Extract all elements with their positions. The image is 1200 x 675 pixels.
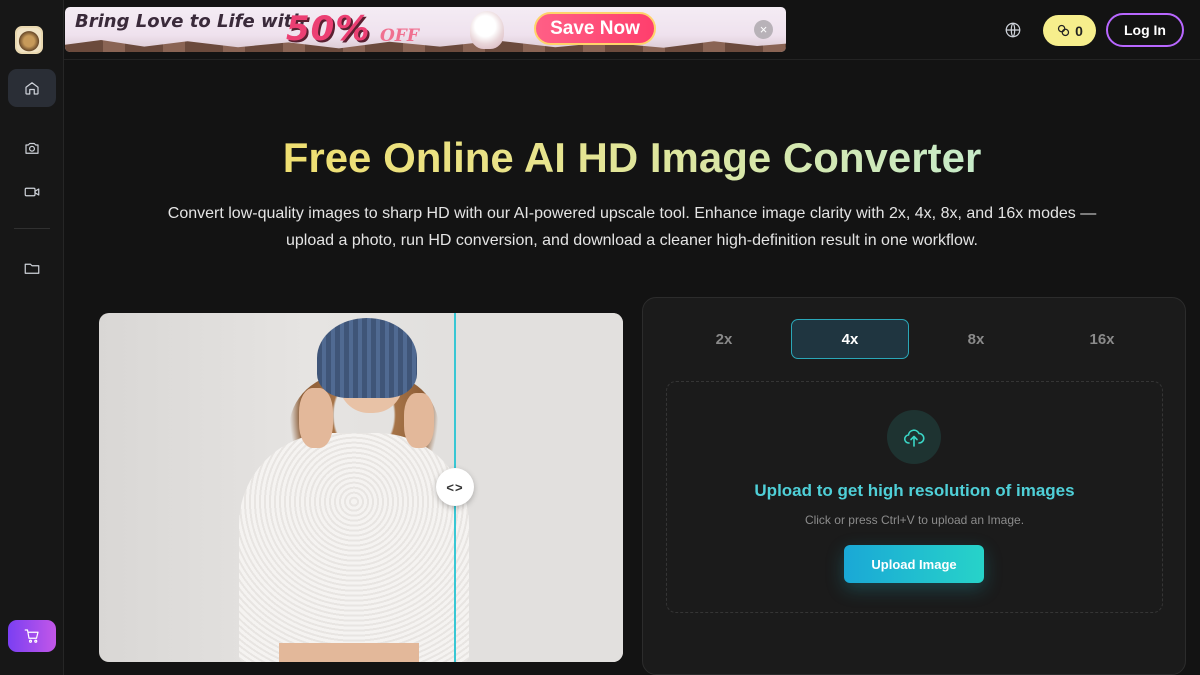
home-icon [25,82,39,95]
credits-badge[interactable]: 0 [1043,15,1096,46]
cart-button[interactable] [8,620,56,652]
banner-illustration [470,11,504,49]
app-logo[interactable] [15,26,43,54]
sidebar-item-files[interactable] [8,249,56,287]
sidebar-divider [14,228,50,229]
language-globe-icon[interactable] [1004,21,1022,39]
tab-8x[interactable]: 8x [917,319,1035,359]
sample-photo-waist [279,643,419,662]
sample-photo-hand [299,388,333,448]
sidebar [0,0,64,675]
upload-title: Upload to get high resolution of images [754,481,1075,500]
camera-icon [25,142,39,154]
tab-4x[interactable]: 4x [791,319,909,359]
banner-decoration [65,40,786,52]
sidebar-item-video[interactable] [8,173,56,211]
page-subtitle: Convert low-quality images to sharp HD w… [167,205,1097,249]
sample-photo-hat [317,318,417,398]
upload-hint: Click or press Ctrl+V to upload an Image… [804,513,1025,527]
page-title: Free Online AI HD Image Converter [64,134,1200,182]
login-button[interactable]: Log In [1106,13,1184,47]
sidebar-item-photo[interactable] [8,129,56,167]
cart-icon [24,629,39,643]
banner-text: Bring Love to Life with [75,11,306,32]
folder-icon [24,263,40,274]
tab-16x[interactable]: 16x [1043,319,1161,359]
comparison-drag-handle[interactable]: <> [436,468,474,506]
tab-2x[interactable]: 2x [665,319,783,359]
before-after-comparison[interactable]: <> [99,313,623,662]
credits-count: 0 [1075,22,1083,39]
banner-off-label: OFF [380,26,419,46]
sidebar-item-home[interactable] [8,69,56,107]
banner-discount: 50% [286,9,371,49]
video-icon [24,187,40,197]
sample-photo-sweater [239,433,469,662]
top-bar: Bring Love to Life with 50% OFF Save Now… [64,0,1200,60]
after-side [455,313,623,662]
coins-icon [1057,24,1070,37]
sample-photo-hand [404,393,434,448]
promo-banner[interactable]: Bring Love to Life with 50% OFF Save Now… [65,7,786,52]
banner-close-button[interactable]: × [754,20,773,39]
upload-dropzone[interactable]: Upload to get high resolution of images … [666,381,1163,613]
upload-image-button[interactable]: Upload Image [844,545,984,583]
upload-cloud-icon [887,410,941,464]
upscale-panel: 2x 4x 8x 16x Upload to get high resoluti… [642,297,1186,675]
save-now-button[interactable]: Save Now [534,12,656,45]
